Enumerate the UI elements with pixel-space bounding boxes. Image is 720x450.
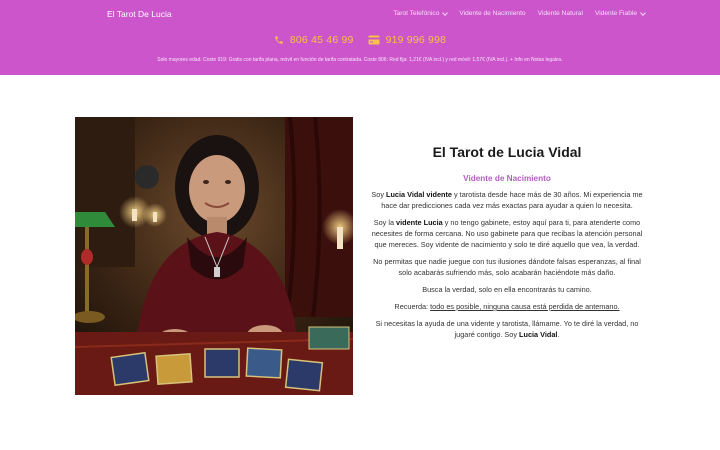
underlined-text: todo es posible, ninguna causa está perd… [430,302,620,311]
false-hopes-paragraph: No permitas que nadie juegue con tus ilu… [373,257,641,277]
nav-item-label: Vidente Natural [537,10,583,17]
call-to-action-paragraph: Si necesitas la ayuda de una vidente y t… [368,318,646,340]
text-span: Soy [371,190,386,199]
phone-number: 806 45 46 99 [289,34,354,46]
nav-item-label: Tarot Telefónico [393,10,440,17]
nav-item-vidente-natural[interactable]: Vidente Natural [538,10,583,17]
legal-disclaimer: Solo mayores edad. Coste 919: Gratis con… [157,57,563,63]
phone-number: 919 996 998 [385,34,447,46]
site-header: El Tarot De Lucia Tarot Telefónico Viden… [0,0,720,75]
text-span: . [557,330,560,339]
page-title: El Tarot de Lucia Vidal [432,144,582,160]
truth-paragraph: Busca la verdad, solo en ella encontrará… [422,285,592,294]
nav-item-label: Vidente Fiable [594,10,637,17]
nav-item-vidente-fiable[interactable]: Vidente Fiable [594,9,646,17]
nav-item-vidente-nacimiento[interactable]: Vidente de Nacimiento [459,10,525,17]
reminder-paragraph: Recuerda: todo es posible, ninguna causa… [368,301,646,312]
credit-card-icon [368,35,380,45]
bold-text: Lucia Vidal vidente [386,190,452,199]
bold-text: Lucia Vidal [519,330,558,339]
text-span: Recuerda: [394,302,431,311]
phone-numbers: 806 45 46 99 919 996 998 [0,34,720,46]
chevron-down-icon [442,9,449,16]
phone-icon [275,36,283,44]
main-nav: Tarot Telefónico Vidente de Nacimiento V… [393,9,646,17]
bold-text: vidente Lucia [396,218,443,227]
tarot-reader-photo [75,117,353,395]
site-brand[interactable]: El Tarot De Lucia [107,9,172,19]
phone-link-806[interactable]: 806 45 46 99 [274,34,354,46]
intro-section: El Tarot de Lucia Vidal Vidente de Nacim… [368,144,646,346]
phone-link-919[interactable]: 919 996 998 [368,34,447,46]
no-cabinet-paragraph: Soy la vidente Lucia y no tengo gabinete… [368,217,646,250]
nav-item-tarot-telefonico[interactable]: Tarot Telefónico [393,9,449,17]
intro-paragraph: Soy Lucia Vidal vidente y tarotista desd… [368,189,646,211]
text-span: Si necesitas la ayuda de una vidente y t… [375,319,639,339]
chevron-down-icon [640,9,646,16]
nav-item-label: Vidente de Nacimiento [459,10,526,17]
text-span: Soy la [373,218,397,227]
section-subtitle: Vidente de Nacimiento [463,174,551,183]
